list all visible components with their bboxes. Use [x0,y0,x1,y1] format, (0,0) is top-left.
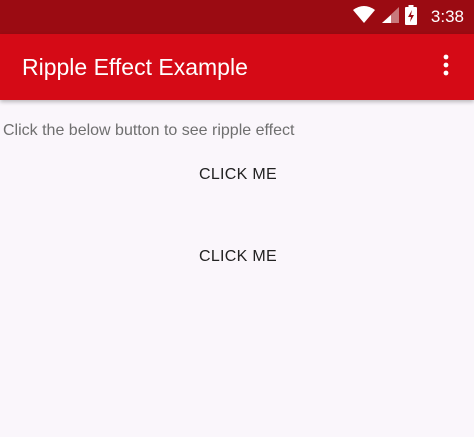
click-me-button-1[interactable]: CLICK ME [178,155,298,195]
cellular-signal-icon [381,6,399,29]
wifi-icon [352,5,375,29]
overflow-menu-button[interactable] [432,52,460,82]
main-content: Click the below button to see ripple eff… [0,100,474,437]
status-time: 3:38 [430,7,464,26]
description-text: Click the below button to see ripple eff… [3,122,295,139]
page-title: Ripple Effect Example [22,54,248,80]
status-bar: 3:38 [0,0,474,34]
status-icons: 3:38 [352,0,464,34]
battery-charging-icon [404,4,417,30]
more-vert-icon [443,54,449,81]
app-bar: Ripple Effect Example [0,34,474,100]
click-me-button-2[interactable]: CLICK ME [178,237,298,277]
